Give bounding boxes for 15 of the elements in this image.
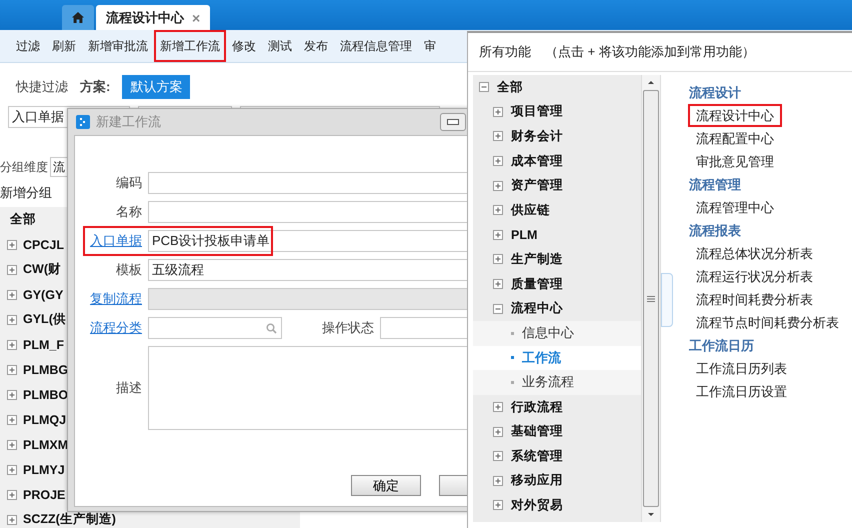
group-heading: 流程设计 (689, 84, 742, 102)
group-heading: 流程报表 (689, 222, 742, 240)
field-label: 模板 (115, 261, 142, 279)
group-heading: 流程管理 (689, 176, 742, 194)
group-by-label: 分组维度 (0, 158, 48, 176)
dialog-title: 新建工作流 (96, 113, 161, 131)
quick-filter-label: 快捷过滤 (16, 78, 68, 96)
field-label: 名称 (115, 203, 142, 221)
field-label: 描述 (115, 379, 142, 397)
menu-title: 所有功能 (479, 43, 531, 61)
menu-hint: （点击 + 将该功能添加到常用功能） (545, 43, 755, 61)
scheme-label: 方案: (80, 78, 110, 96)
group-heading: 工作流日历 (689, 337, 755, 355)
field-label: 操作状态 (322, 319, 374, 337)
field-label: 编码 (115, 174, 142, 192)
